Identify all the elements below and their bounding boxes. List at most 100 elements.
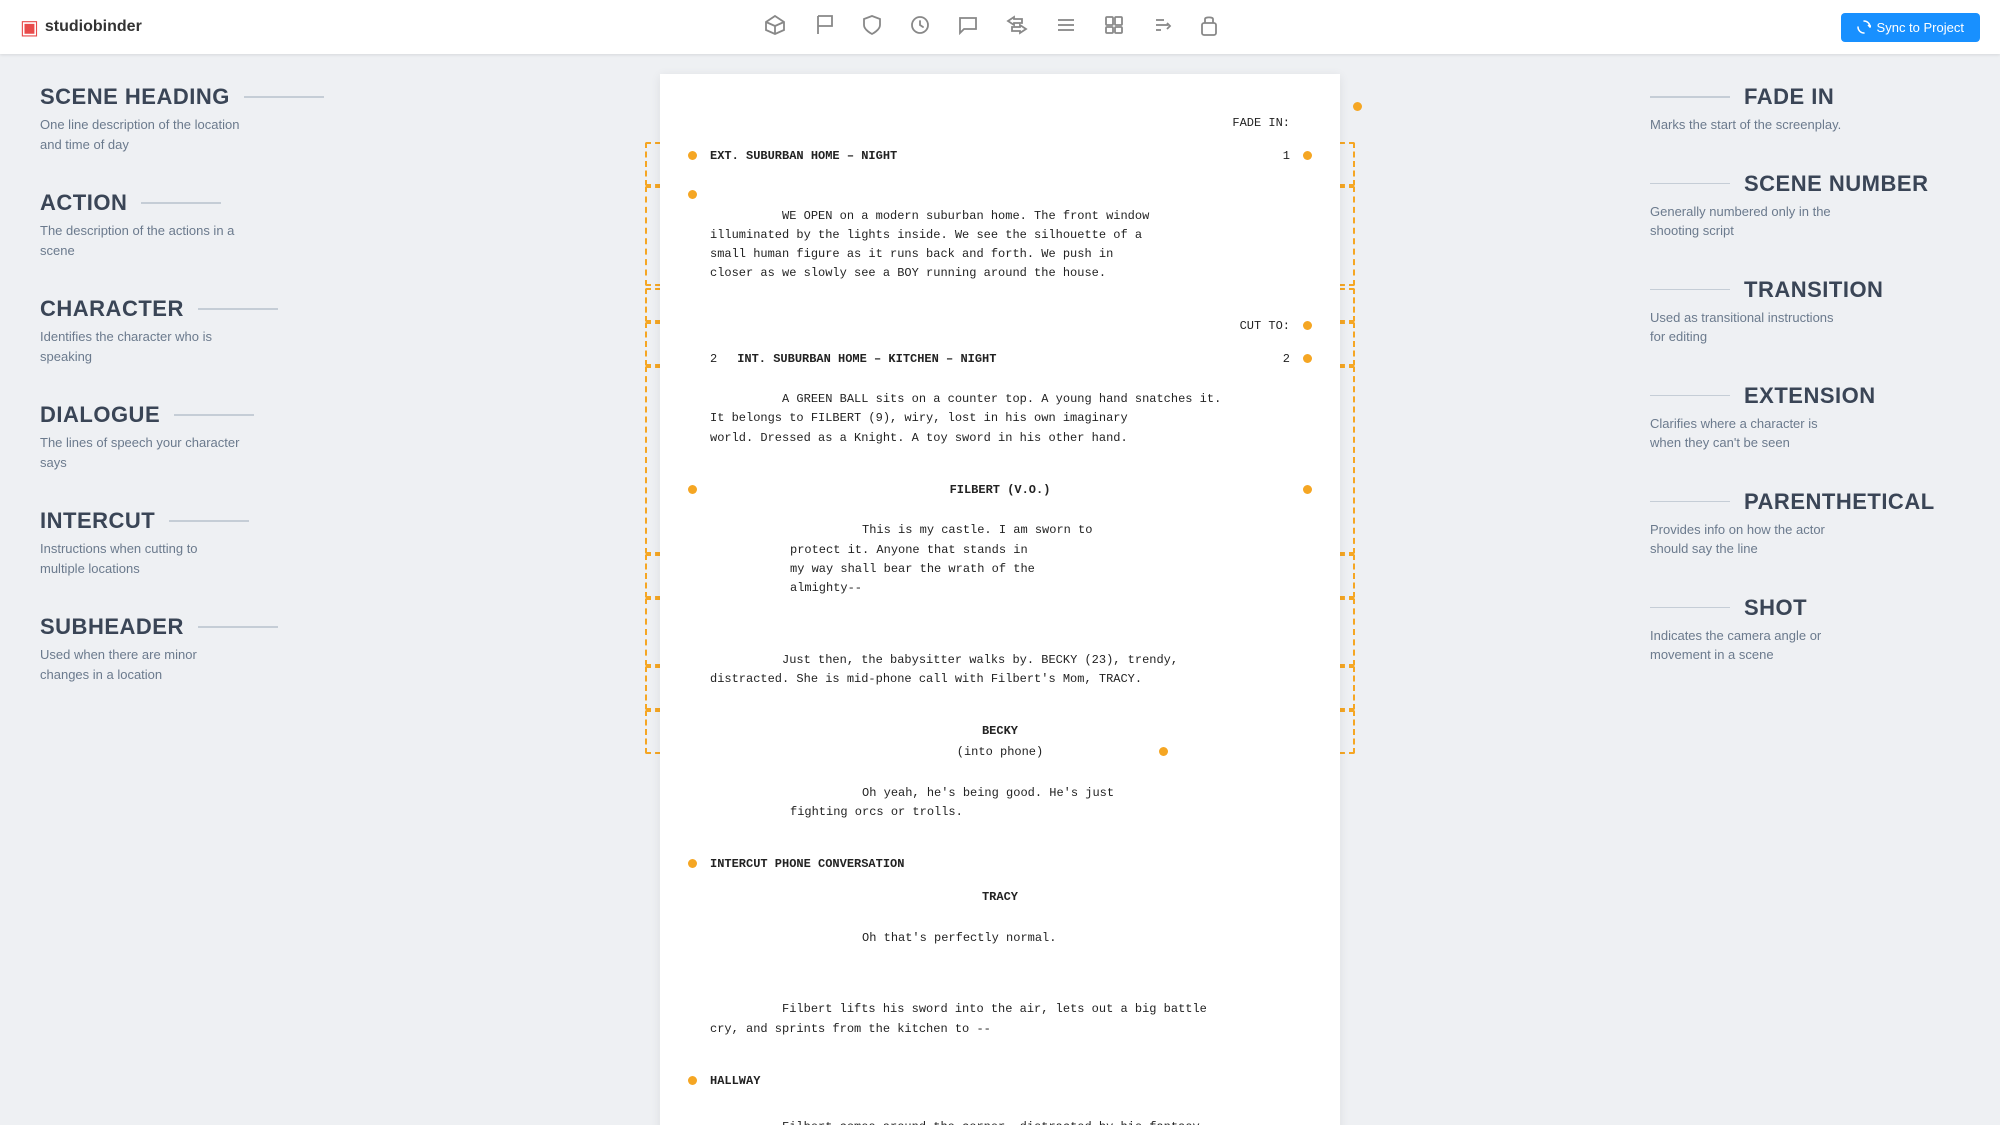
scene2-heading-block: 2 INT. SUBURBAN HOME – KITCHEN – NIGHT 2 <box>710 350 1290 369</box>
right-sidebar-fade-in-desc: Marks the start of the screenplay. <box>1650 115 1850 135</box>
scene2-dot-right <box>1303 354 1312 363</box>
logo-text: studiobinder <box>45 18 142 36</box>
right-sidebar-extension-title: EXTENSION <box>1650 383 1960 409</box>
sidebar-item-intercut: INTERCUT Instructions when cutting to mu… <box>40 508 350 578</box>
scene-icon[interactable] <box>764 14 786 41</box>
intercut-block: INTERCUT PHONE CONVERSATION <box>710 855 1290 874</box>
circle-icon[interactable] <box>910 15 930 40</box>
right-sidebar-item-shot: SHOT Indicates the camera angle or movem… <box>1650 595 1960 665</box>
subheader-block: HALLWAY <box>710 1072 1290 1091</box>
sidebar-item-action: ACTION The description of the actions in… <box>40 190 350 260</box>
subheader-dot <box>688 1076 697 1085</box>
right-sidebar-item-parenthetical: PARENTHETICAL Provides info on how the a… <box>1650 489 1960 559</box>
lock-icon[interactable] <box>1200 14 1218 41</box>
character2-block: BECKY <box>710 722 1290 741</box>
scene1-heading-text: EXT. SUBURBAN HOME – NIGHT <box>710 147 897 166</box>
sync-button[interactable]: Sync to Project <box>1841 13 1980 42</box>
sidebar-item-subheader-desc: Used when there are minor changes in a l… <box>40 645 240 684</box>
sidebar-item-scene-heading-desc: One line description of the location and… <box>40 115 240 154</box>
dialogue1-block: This is my castle. I am sworn to protect… <box>710 502 1290 617</box>
sidebar-item-scene-heading: SCENE HEADING One line description of th… <box>40 84 350 154</box>
right-sidebar-extension-desc: Clarifies where a character is when they… <box>1650 414 1850 453</box>
scene2-action2: Just then, the babysitter walks by. BECK… <box>710 631 1290 708</box>
scene1-action-dot <box>688 190 697 199</box>
sidebar-item-character: CHARACTER Identifies the character who i… <box>40 296 350 366</box>
right-sidebar-item-fade-in: FADE IN Marks the start of the screenpla… <box>1650 84 1960 135</box>
right-sidebar-parenthetical-title: PARENTHETICAL <box>1650 489 1960 515</box>
dialogue2-text: Oh yeah, he's being good. He's just figh… <box>790 786 1114 819</box>
screenplay-wrapper: FADE IN: EXT. SUBURBAN HOME – NIGHT 1 <box>660 74 1340 1105</box>
card-icon[interactable] <box>1104 15 1124 40</box>
right-sidebar-transition-desc: Used as transitional instructions for ed… <box>1650 308 1850 347</box>
arrows-icon[interactable] <box>1006 15 1028 40</box>
dialogue3-text: Oh that's perfectly normal. <box>862 931 1056 945</box>
sidebar-item-action-title: ACTION <box>40 190 350 216</box>
sidebar-item-dialogue-title: DIALOGUE <box>40 402 350 428</box>
list-icon[interactable] <box>1056 16 1076 39</box>
parenthetical-dot <box>1159 747 1168 756</box>
sidebar-item-dialogue: DIALOGUE The lines of speech your charac… <box>40 402 350 472</box>
character1-dot-right <box>1303 485 1312 494</box>
chat-icon[interactable] <box>958 15 978 40</box>
dialogue2-block: Oh yeah, he's being good. He's just figh… <box>710 764 1290 841</box>
scene2-action1: A GREEN BALL sits on a counter top. A yo… <box>710 371 1290 467</box>
right-sidebar-item-extension: EXTENSION Clarifies where a character is… <box>1650 383 1960 453</box>
sort-icon[interactable] <box>1152 15 1172 40</box>
sidebar-item-character-desc: Identifies the character who is speaking <box>40 327 240 366</box>
fade-in-text: FADE IN: <box>1232 116 1290 130</box>
right-sidebar-transition-title: TRANSITION <box>1650 277 1960 303</box>
scene1-dot-left <box>688 151 697 160</box>
action4-block: Filbert comes around the corner, distrac… <box>710 1099 1290 1125</box>
parenthetical-block: (into phone) <box>710 743 1290 762</box>
right-sidebar-fade-in-title: FADE IN <box>1650 84 1960 110</box>
right-sidebar-item-scene-number: SCENE NUMBER Generally numbered only in … <box>1650 171 1960 241</box>
scene1-action: WE OPEN on a modern suburban home. The f… <box>710 168 1290 302</box>
scene1-number: 1 <box>1283 147 1290 166</box>
sidebar-item-subheader-title: SUBHEADER <box>40 614 350 640</box>
character3-block: TRACY <box>710 888 1290 907</box>
logo-icon: ▣ <box>20 15 39 40</box>
character1-dot-left <box>688 485 697 494</box>
top-nav: ▣ studiobinder <box>0 0 2000 54</box>
character1-text: FILBERT (V.O.) <box>950 483 1051 497</box>
character1-block: FILBERT (V.O.) <box>710 481 1290 500</box>
left-sidebar: SCENE HEADING One line description of th… <box>0 54 380 1125</box>
shield-icon[interactable] <box>862 14 882 41</box>
intercut-text: INTERCUT PHONE CONVERSATION <box>710 857 904 871</box>
parenthetical-text: (into phone) <box>957 745 1043 759</box>
main-container: SCENE HEADING One line description of th… <box>0 0 2000 1125</box>
dialogue1-text: This is my castle. I am sworn to protect… <box>790 523 1092 595</box>
right-sidebar-parenthetical-desc: Provides info on how the actor should sa… <box>1650 520 1850 559</box>
right-sidebar: FADE IN Marks the start of the screenpla… <box>1620 54 2000 1125</box>
right-sidebar-shot-desc: Indicates the camera angle or movement i… <box>1650 626 1850 665</box>
fade-in-block: FADE IN: <box>710 114 1290 133</box>
scene2-number-right: 2 <box>1283 350 1290 369</box>
sidebar-item-action-desc: The description of the actions in a scen… <box>40 221 240 260</box>
scene1-heading-block: EXT. SUBURBAN HOME – NIGHT 1 <box>710 147 1290 166</box>
screenplay-page: FADE IN: EXT. SUBURBAN HOME – NIGHT 1 <box>660 74 1340 1125</box>
sidebar-item-character-title: CHARACTER <box>40 296 350 322</box>
action4-text: Filbert comes around the corner, distrac… <box>710 1120 1207 1125</box>
right-sidebar-scene-number-desc: Generally numbered only in the shooting … <box>1650 202 1850 241</box>
scene1-dot-right <box>1303 151 1312 160</box>
transition-text: CUT TO: <box>1240 319 1290 333</box>
scene2-number-left: 2 <box>710 350 717 369</box>
sidebar-item-subheader: SUBHEADER Used when there are minor chan… <box>40 614 350 684</box>
sidebar-item-scene-heading-title: SCENE HEADING <box>40 84 350 110</box>
flag-icon[interactable] <box>814 14 834 41</box>
action3-text: Filbert lifts his sword into the air, le… <box>710 1002 1207 1035</box>
character2-text: BECKY <box>982 724 1018 738</box>
transition-dot <box>1303 321 1312 330</box>
sidebar-item-intercut-desc: Instructions when cutting to multiple lo… <box>40 539 240 578</box>
nav-icons <box>764 14 1218 41</box>
intercut-dot <box>688 859 697 868</box>
scene2-action1-text: A GREEN BALL sits on a counter top. A yo… <box>710 392 1221 444</box>
scene1-action-text: WE OPEN on a modern suburban home. The f… <box>710 209 1149 281</box>
logo: ▣ studiobinder <box>20 15 142 40</box>
dialogue3-block: Oh that's perfectly normal. <box>710 910 1290 968</box>
fade-in-dot <box>1353 102 1362 111</box>
character3-text: TRACY <box>982 890 1018 904</box>
right-sidebar-scene-number-title: SCENE NUMBER <box>1650 171 1960 197</box>
subheader-text: HALLWAY <box>710 1074 760 1088</box>
sidebar-item-dialogue-desc: The lines of speech your character says <box>40 433 240 472</box>
